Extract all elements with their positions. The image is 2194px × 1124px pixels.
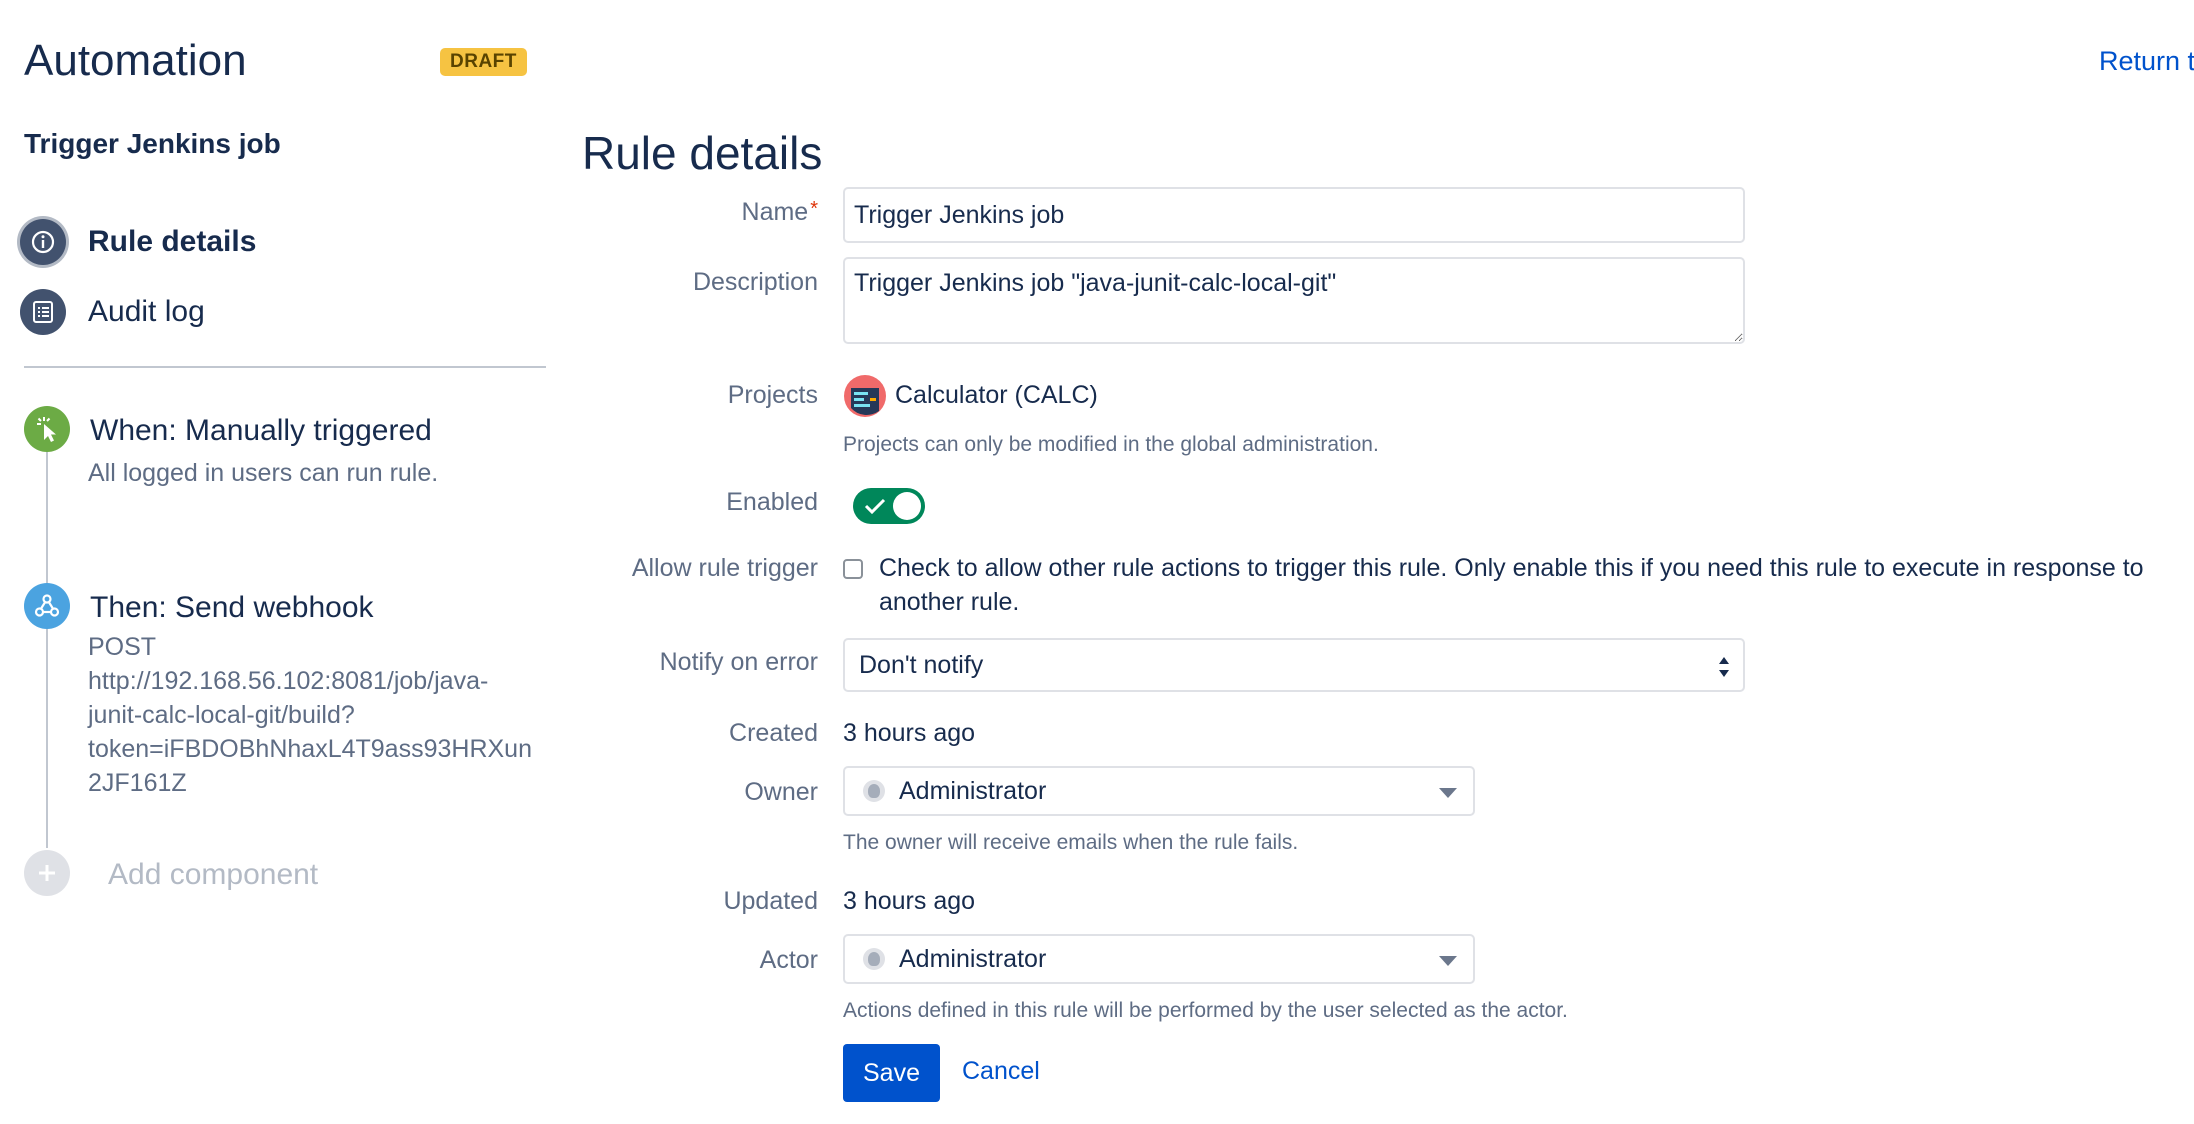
actor-label: Actor: [759, 946, 818, 974]
trigger-title: When: Manually triggered: [90, 414, 432, 447]
projects-label: Projects: [727, 381, 818, 409]
description-label: Description: [692, 268, 818, 296]
description-textarea[interactable]: Trigger Jenkins job "java-junit-calc-loc…: [843, 257, 1745, 344]
checkmark-icon: [864, 498, 886, 515]
name-label-text: Name: [741, 198, 809, 226]
sidebar-item-label: Rule details: [88, 225, 257, 258]
name-label: Name *: [0, 198, 818, 227]
enabled-label: Enabled: [726, 488, 818, 516]
actor-help-text: Actions defined in this rule will be per…: [843, 999, 1568, 1022]
updated-label: Updated: [723, 887, 818, 915]
allow-rule-trigger-checkbox[interactable]: [843, 559, 863, 579]
owner-label: Owner: [744, 778, 818, 806]
page-title: Automation: [24, 36, 247, 85]
allow-rule-trigger-label: Allow rule trigger: [631, 554, 818, 582]
save-button[interactable]: Save: [843, 1044, 940, 1102]
webhook-icon: [24, 583, 70, 629]
draft-status-badge: DRAFT: [440, 48, 527, 76]
notify-on-error-select[interactable]: Don't notify: [843, 638, 1745, 692]
name-input[interactable]: [843, 187, 1745, 243]
section-title: Rule details: [582, 127, 823, 179]
actor-value: Administrator: [899, 944, 1047, 973]
enabled-toggle[interactable]: [853, 488, 925, 524]
notify-on-error-label: Notify on error: [659, 648, 818, 676]
required-marker: *: [810, 198, 818, 220]
allow-rule-trigger-text: Check to allow other rule actions to tri…: [879, 554, 2144, 616]
sidebar-divider: [24, 366, 546, 368]
action-title: Then: Send webhook: [90, 591, 374, 624]
projects-help-text: Projects can only be modified in the glo…: [843, 433, 1379, 456]
cancel-button[interactable]: Cancel: [962, 1057, 1040, 1086]
avatar: [863, 780, 885, 802]
avatar: [863, 948, 885, 970]
chevron-down-icon: [1439, 956, 1457, 966]
updated-value: 3 hours ago: [843, 887, 976, 915]
calculator-project-icon: [843, 374, 887, 418]
created-value: 3 hours ago: [843, 719, 976, 747]
owner-value: Administrator: [899, 776, 1047, 805]
manual-trigger-icon: [24, 406, 70, 452]
chevron-down-icon: [1439, 788, 1457, 798]
sidebar-item-label: Audit log: [88, 295, 205, 328]
owner-help-text: The owner will receive emails when the r…: [843, 831, 1299, 854]
project-name: Calculator (CALC): [895, 381, 1098, 409]
actor-select[interactable]: Administrator: [843, 934, 1475, 984]
created-label: Created: [729, 719, 818, 747]
owner-select[interactable]: Administrator: [843, 766, 1475, 816]
toggle-knob: [893, 492, 921, 520]
select-arrows-icon: [1719, 657, 1729, 677]
trigger-description: All logged in users can run rule.: [88, 459, 439, 487]
notify-on-error-value: Don't notify: [859, 650, 984, 679]
sidebar-rule-name: Trigger Jenkins job: [24, 128, 281, 159]
return-to-list-link[interactable]: Return to list: [2099, 46, 2194, 77]
